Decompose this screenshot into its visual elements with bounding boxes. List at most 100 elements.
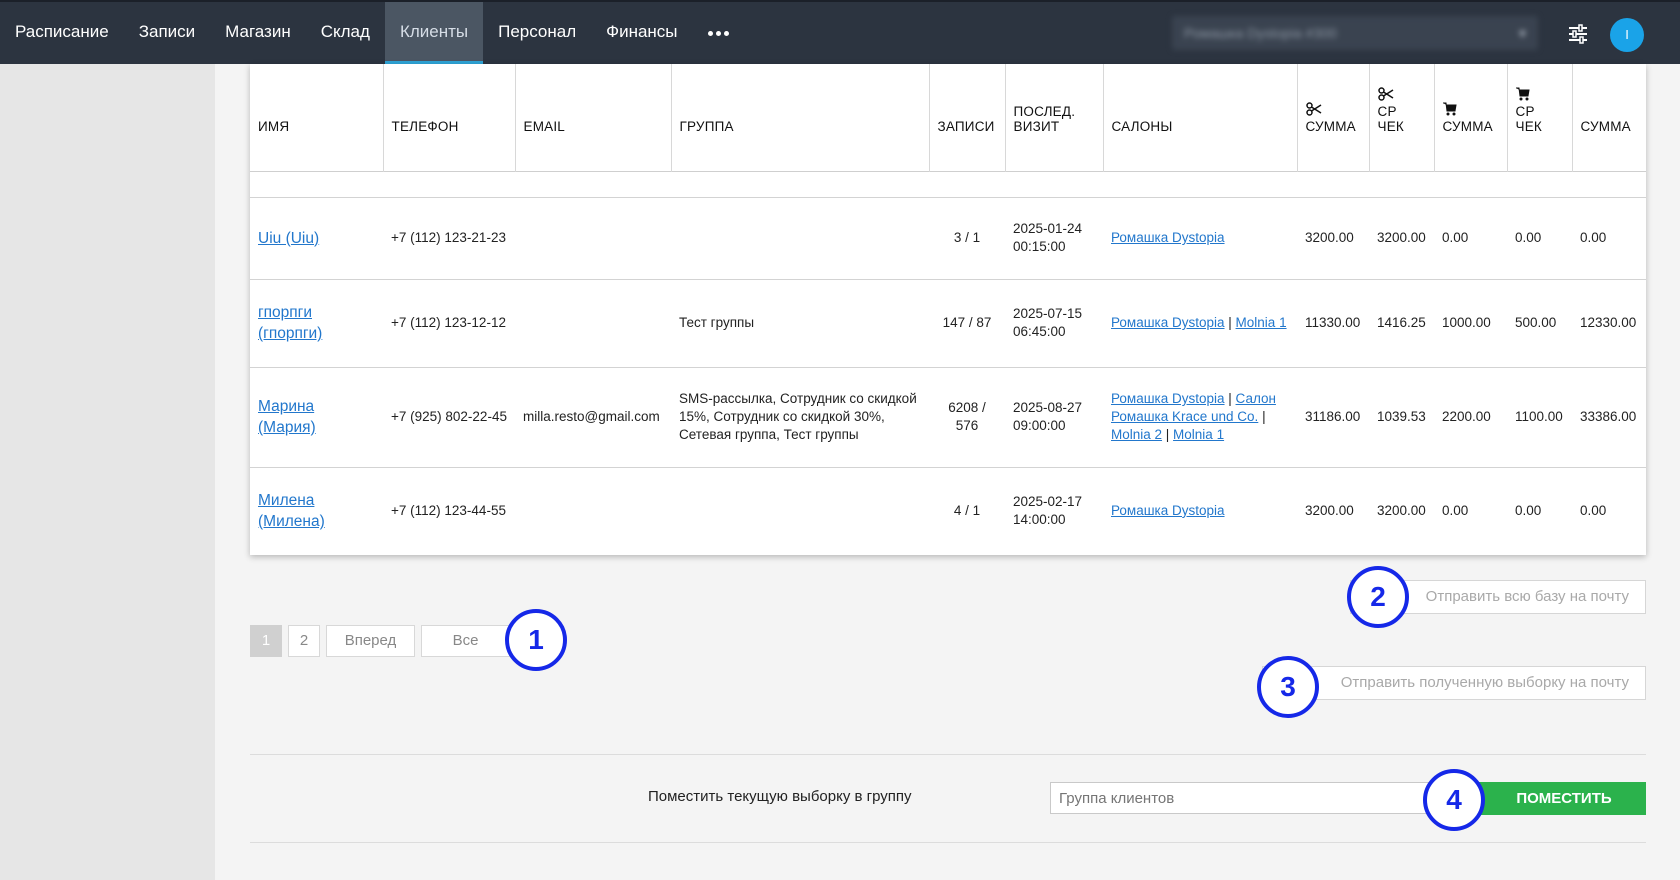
scissors-icon (1377, 86, 1393, 101)
cart-icon (1442, 102, 1457, 115)
client-goods-sum: 0.00 (1442, 502, 1469, 518)
nav-item-staff[interactable]: Персонал (483, 2, 591, 64)
client-name-link[interactable]: Милена (Милена) (258, 492, 325, 530)
nav-item-clients[interactable]: Клиенты (384, 2, 484, 64)
column-header-total-sum[interactable]: СУММА (1572, 64, 1646, 171)
client-phone: +7 (112) 123-44-55 (391, 502, 506, 518)
client-phone: +7 (925) 802-22-45 (391, 409, 507, 424)
nav-item-warehouse[interactable]: Склад (306, 2, 385, 64)
divider (250, 842, 1646, 843)
client-total-sum: 33386.00 (1580, 409, 1637, 424)
client-email (515, 279, 671, 367)
client-name-link[interactable]: Uiu (Uiu) (258, 230, 319, 247)
column-header-salons[interactable]: САЛОНЫ (1103, 64, 1298, 171)
table-row: Марина (Мария) +7 (925) 802-22-45 milla.… (250, 367, 1646, 467)
column-header-name[interactable]: ИМЯ (250, 64, 384, 171)
salon-link[interactable]: Ромашка Dystopia (1111, 315, 1225, 330)
client-email (515, 197, 671, 279)
client-salons: Ромашка Dystopia (1103, 467, 1297, 554)
column-header-goods-sum[interactable]: СУММА (1434, 64, 1508, 171)
client-last-visit: 2025-02-17 14:00:00 (1013, 493, 1083, 527)
send-selection-button[interactable]: Отправить полученную выборку на почту (1262, 666, 1646, 700)
table-row: гпорпги (гпорпги) +7 (112) 123-12-12 Тес… (250, 279, 1646, 367)
column-header-group[interactable]: ГРУППА (671, 64, 930, 171)
pagination: 1 2 Вперед Все (250, 625, 510, 657)
client-goods-sum: 1000.00 (1442, 315, 1491, 330)
annotation-marker-1: 1 (505, 609, 567, 671)
place-in-group-button[interactable]: ПОМЕСТИТЬ (1462, 782, 1646, 815)
nav-item-finance[interactable]: Финансы (591, 2, 692, 64)
salon-selector-value: Ромашка Dystopia #300 (1184, 25, 1337, 41)
salon-link[interactable]: Molnia 2 (1111, 427, 1162, 442)
client-services-sum: 3200.00 (1305, 502, 1354, 518)
client-records: 4 / 1 (953, 502, 981, 518)
left-sidebar (0, 64, 215, 880)
client-phone: +7 (112) 123-21-23 (391, 230, 506, 245)
client-goods-avg: 1100.00 (1515, 409, 1563, 424)
column-header-records[interactable]: ЗАПИСИ (929, 64, 1006, 171)
clients-table-card: ИМЯ ТЕЛЕФОН EMAIL ГРУППА ЗАПИСИ ПОСЛЕД. … (250, 64, 1646, 555)
column-header-services-avg[interactable]: СР ЧЕК (1369, 64, 1435, 171)
column-header-email[interactable]: EMAIL (515, 64, 672, 171)
client-total-sum: 0.00 (1580, 230, 1607, 245)
client-group-input[interactable] (1050, 782, 1430, 814)
client-records: 147 / 87 (942, 315, 992, 330)
client-salons: Ромашка Dystopia | Molnia 1 (1111, 315, 1287, 330)
client-services-avg: 3200.00 (1377, 502, 1426, 518)
client-salons: Ромашка Dystopia | Салон Ромашка Krace u… (1111, 391, 1276, 442)
cart-icon (1515, 87, 1530, 100)
client-group: Тест группы (679, 315, 755, 330)
client-services-avg: 1039.53 (1377, 409, 1426, 424)
salon-link[interactable]: Molnia 1 (1236, 315, 1287, 330)
table-row: Милена (Милена) +7 (112) 123-44-55 4 / 1… (250, 467, 1646, 554)
client-name-link[interactable]: Марина (Мария) (258, 398, 316, 436)
client-services-sum: 31186.00 (1305, 409, 1361, 424)
salon-link[interactable]: Molnia 1 (1173, 427, 1224, 442)
column-header-last-visit[interactable]: ПОСЛЕД. ВИЗИТ (1005, 64, 1104, 171)
column-header-services-sum[interactable]: СУММА (1297, 64, 1370, 171)
client-records: 3 / 1 (953, 230, 981, 245)
client-group (671, 197, 929, 279)
client-records: 6208 / 576 (948, 400, 986, 433)
client-services-sum: 3200.00 (1305, 230, 1354, 245)
client-services-avg: 3200.00 (1377, 230, 1426, 245)
salon-selector[interactable]: Ромашка Dystopia #300 ▾ (1172, 16, 1538, 50)
page-1-button[interactable]: 1 (250, 625, 282, 657)
client-last-visit: 2025-07-15 06:45:00 (1013, 306, 1083, 339)
client-total-sum: 0.00 (1580, 502, 1607, 518)
client-email (515, 467, 671, 554)
client-goods-sum: 2200.00 (1442, 409, 1491, 424)
top-navigation-bar: Расписание Записи Магазин Склад Клиенты … (0, 0, 1680, 64)
client-services-avg: 1416.25 (1377, 315, 1426, 330)
nav-item-schedule[interactable]: Расписание (0, 2, 124, 64)
client-goods-avg: 0.00 (1515, 230, 1542, 245)
next-page-button[interactable]: Вперед (326, 625, 415, 657)
avatar[interactable]: I (1610, 18, 1644, 52)
salon-link[interactable]: Ромашка Dystopia (1111, 230, 1225, 245)
salon-link[interactable]: Ромашка Dystopia (1111, 391, 1225, 406)
client-total-sum: 12330.00 (1580, 315, 1637, 330)
annotation-marker-3: 3 (1257, 656, 1319, 718)
client-services-sum: 11330.00 (1305, 315, 1361, 330)
salon-link[interactable]: Ромашка Dystopia (1111, 503, 1225, 518)
nav-item-records[interactable]: Записи (124, 2, 210, 64)
all-pages-button[interactable]: Все (421, 625, 510, 657)
column-header-phone[interactable]: ТЕЛЕФОН (383, 64, 516, 171)
client-goods-sum: 0.00 (1442, 230, 1469, 245)
column-header-goods-avg[interactable]: СР ЧЕК (1507, 64, 1573, 171)
group-assign-label: Поместить текущую выборку в группу (648, 788, 912, 805)
client-name-link[interactable]: гпорпги (гпорпги) (258, 304, 322, 342)
client-email: milla.resto@gmail.com (523, 409, 660, 424)
clients-table: ИМЯ ТЕЛЕФОН EMAIL ГРУППА ЗАПИСИ ПОСЛЕД. … (250, 64, 1646, 554)
settings-sliders-icon[interactable] (1567, 24, 1589, 44)
nav-item-shop[interactable]: Магазин (210, 2, 306, 64)
more-menu-icon[interactable] (693, 2, 744, 64)
page-2-button[interactable]: 2 (288, 625, 320, 657)
main-nav: Расписание Записи Магазин Склад Клиенты … (0, 2, 744, 64)
scissors-icon (1305, 101, 1321, 116)
client-last-visit: 2025-08-27 09:00:00 (1013, 400, 1083, 433)
annotation-marker-4: 4 (1423, 769, 1485, 831)
chevron-down-icon: ▾ (1518, 25, 1526, 41)
table-spacer-row (250, 171, 1646, 198)
table-header-row: ИМЯ ТЕЛЕФОН EMAIL ГРУППА ЗАПИСИ ПОСЛЕД. … (250, 64, 1646, 171)
